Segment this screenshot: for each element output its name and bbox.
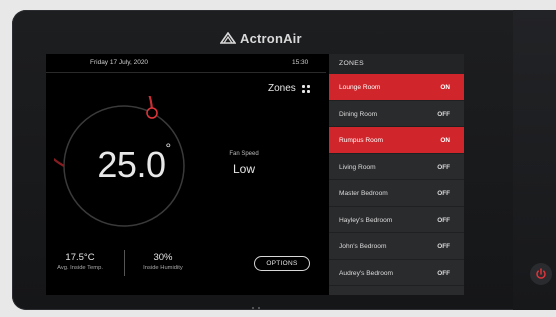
zone-state: ON [440, 137, 450, 144]
zones-header: ZONES [329, 54, 464, 74]
zone-row[interactable]: Dining Room OFF [329, 101, 464, 127]
power-icon [536, 268, 546, 279]
zone-state: OFF [437, 190, 450, 197]
zone-name: Dining Room [339, 110, 378, 118]
inside-temp-label: Avg. Inside Temp. [57, 265, 103, 271]
humidity-label: Inside Humidity [143, 265, 183, 271]
options-button[interactable]: OPTIONS [254, 256, 310, 271]
inside-temp-stat: 17.5°C Avg. Inside Temp. [50, 252, 110, 271]
brand-name: ActronAir [240, 30, 302, 46]
zone-row[interactable]: Master Bedroom OFF [329, 180, 464, 207]
page-dot [258, 307, 260, 309]
zone-state: ON [440, 84, 450, 91]
zone-state: OFF [437, 269, 450, 277]
zones-button-label: Zones [268, 83, 296, 94]
time-label: 15:30 [292, 59, 309, 66]
zone-state: OFF [437, 216, 450, 224]
actronair-logo-icon [220, 32, 236, 44]
power-button[interactable] [530, 263, 552, 285]
set-temperature-value: 25.0 [97, 144, 166, 185]
zone-name: John's Bedroom [339, 243, 387, 250]
set-temperature: 25.0° [74, 140, 194, 186]
page-dot [252, 307, 254, 309]
status-bar: Friday 17 July, 2020 15:30 [46, 54, 326, 73]
touch-screen: Friday 17 July, 2020 15:30 Zones 25.0° F… [46, 54, 464, 295]
dial-handle[interactable] [146, 107, 158, 119]
stats-divider [124, 250, 125, 276]
grid-dots-icon [301, 84, 310, 93]
zone-name: Hayley's Bedroom [339, 216, 393, 224]
zone-row[interactable]: Audrey's Bedroom OFF [329, 260, 464, 286]
brand-logo: ActronAir [220, 30, 302, 46]
fan-speed-label: Fan Speed [229, 151, 259, 157]
zones-button[interactable]: Zones [268, 83, 310, 94]
page-indicator [252, 307, 260, 309]
zone-name: Audrey's Bedroom [339, 269, 394, 277]
zone-row[interactable]: Rumpus Room ON [329, 127, 464, 154]
zones-panel: ZONES Lounge Room ON Dining Room OFF Rum… [329, 54, 464, 295]
zone-row[interactable]: Lounge Room ON [329, 74, 464, 101]
zone-state: OFF [437, 110, 450, 118]
zone-state: OFF [437, 243, 450, 250]
inside-temp-value: 17.5°C [65, 252, 95, 263]
degree-symbol: ° [165, 140, 171, 156]
zone-name: Master Bedroom [339, 190, 388, 197]
zone-state: OFF [437, 163, 450, 171]
zone-row[interactable]: Living Room OFF [329, 154, 464, 180]
date-label: Friday 17 July, 2020 [90, 59, 149, 66]
zone-name: Rumpus Room [339, 137, 383, 144]
zone-name: Living Room [339, 163, 376, 171]
zone-name: Lounge Room [339, 84, 381, 91]
zone-row[interactable]: John's Bedroom OFF [329, 233, 464, 260]
fan-speed-value[interactable]: Low [216, 162, 272, 176]
humidity-value: 30% [153, 252, 173, 263]
zone-row[interactable]: Hayley's Bedroom OFF [329, 207, 464, 233]
humidity-stat: 30% Inside Humidity [132, 252, 194, 271]
